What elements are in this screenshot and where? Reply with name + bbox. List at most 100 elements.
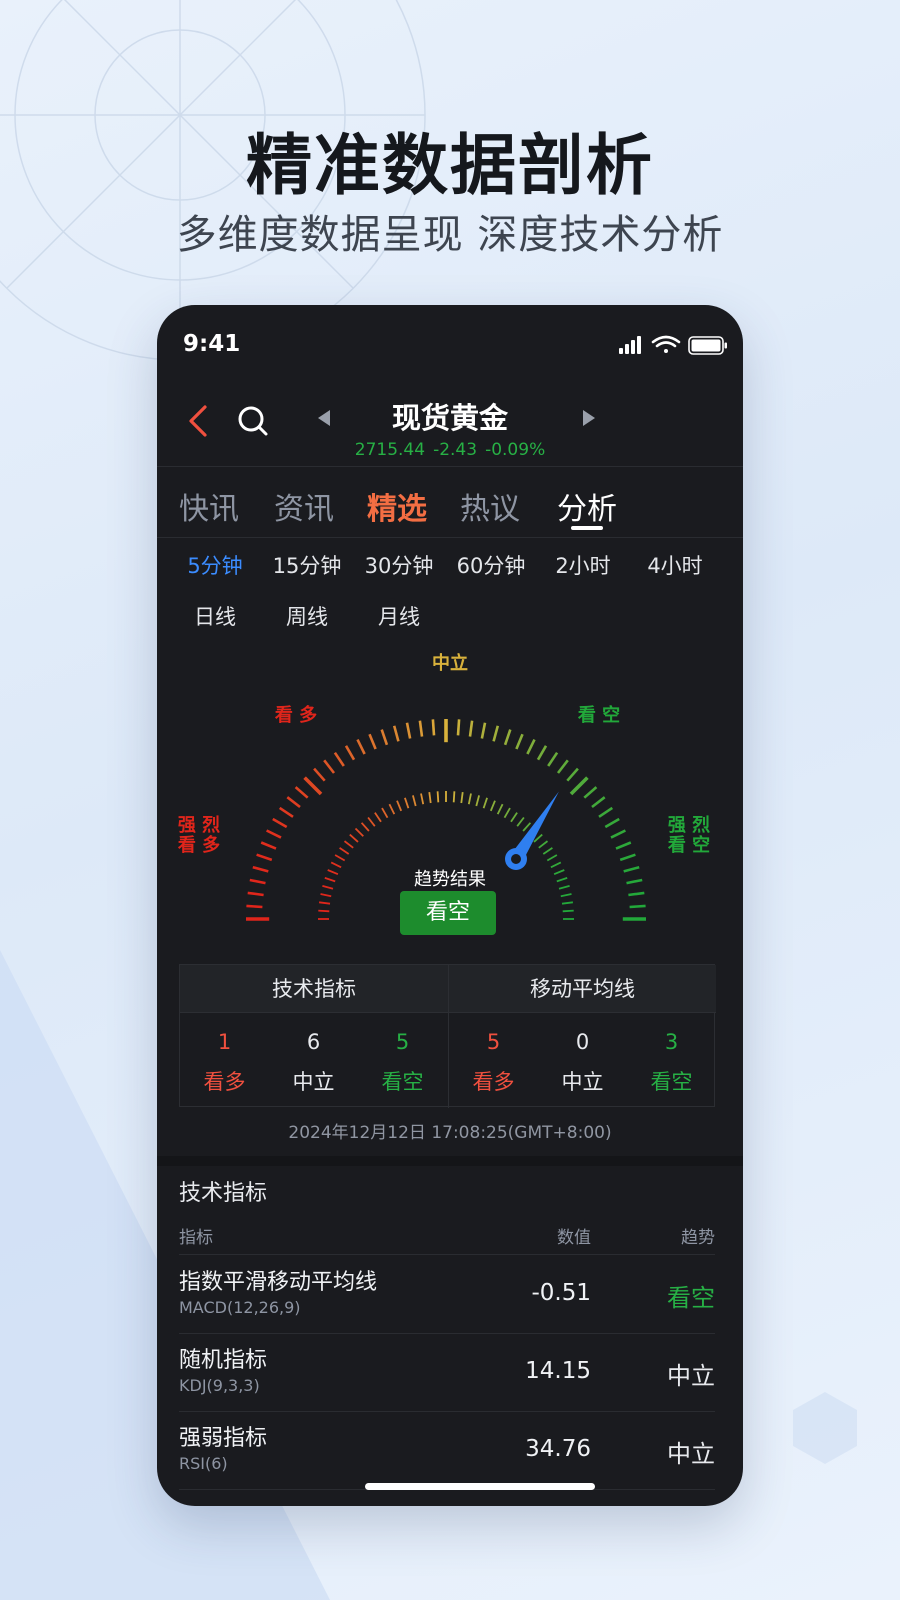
quote-header: 现货黄金 2715.44 -2.43 -0.09% — [157, 383, 743, 467]
gauge-tick — [431, 719, 436, 736]
gauge-tick — [619, 853, 636, 862]
gauge-tick — [339, 847, 350, 855]
period-2h[interactable]: 2小时 — [538, 550, 628, 580]
summary-label: 中立 — [292, 1070, 335, 1094]
tab-kuaixun[interactable]: 快讯 — [179, 484, 239, 528]
gauge-tick — [510, 812, 518, 823]
indicator-param: RSI(6) — [179, 1454, 228, 1473]
period-5min[interactable]: 5分钟 — [170, 550, 260, 580]
period-monthly[interactable]: 月线 — [354, 601, 444, 631]
gauge-tick — [604, 817, 620, 829]
quote-line: 2715.44 -2.43 -0.09% — [157, 440, 743, 460]
gauge-tick — [318, 909, 330, 913]
gauge-tick — [542, 847, 553, 855]
quote-change-pct: -0.09% — [485, 440, 546, 460]
gauge-tick — [360, 822, 370, 832]
gauge-tick — [546, 854, 558, 862]
gauge-tick — [610, 829, 626, 839]
gauge-tick — [598, 806, 614, 818]
summary-count: 5 — [395, 1030, 410, 1054]
summary-ma-title: 移动平均线 — [449, 965, 716, 1013]
gauge-tick — [591, 796, 606, 809]
gauge-tick — [260, 841, 277, 850]
indicators-header: 指标 数值 趋势 — [179, 1219, 715, 1255]
quote-change: -2.43 — [433, 440, 478, 460]
gauge-tick — [467, 793, 472, 805]
indicator-value: 14.15 — [525, 1358, 591, 1384]
period-weekly[interactable]: 周线 — [262, 601, 352, 631]
status-icons — [619, 335, 727, 355]
gauge-tick — [343, 840, 354, 849]
summary-label: 看多 — [203, 1070, 246, 1094]
period-15min[interactable]: 15分钟 — [262, 550, 352, 580]
indicator-row-kdj[interactable]: 随机指标 KDJ(9,3,3) 14.15 中立 — [179, 1334, 715, 1412]
summary-ma-sell: 3 看空 — [627, 1025, 716, 1099]
indicator-row-rsi[interactable]: 强弱指标 RSI(6) 34.76 中立 — [179, 1412, 715, 1490]
gauge-tick — [367, 816, 376, 827]
summary-count: 5 — [486, 1030, 501, 1054]
gauge-tick — [313, 767, 326, 782]
summary-label: 看多 — [472, 1070, 515, 1094]
indicator-row-macd[interactable]: 指数平滑移动平均线 MACD(12,26,9) -0.51 看空 — [179, 1256, 715, 1334]
summary-label: 看空 — [381, 1070, 424, 1094]
gauge-tick — [374, 812, 382, 823]
gauge-label-neutral: 中立 — [432, 653, 468, 674]
gauge-tick — [396, 800, 403, 812]
gauge-tick — [436, 791, 440, 803]
summary-tech-buy: 1 看多 — [180, 1025, 269, 1099]
gauge-tick — [246, 904, 263, 909]
gauge-tick — [428, 791, 432, 804]
gauge-tick — [392, 725, 400, 742]
period-4h[interactable]: 4小时 — [630, 550, 720, 580]
trend-result-title: 趋势结果 — [414, 869, 486, 890]
home-indicator[interactable] — [365, 1483, 595, 1490]
summary-count: 0 — [575, 1030, 590, 1054]
tab-fenxi[interactable]: 分析 — [557, 484, 617, 528]
gauge-tick — [515, 733, 524, 750]
cellular-signal-icon — [619, 336, 641, 354]
summary-table: 技术指标 1 看多 6 中立 5 看空 移动平均线 5 看多 0 中立 3 看空 — [179, 964, 716, 1108]
gauge-tick — [380, 729, 389, 746]
gauge-label-strong-sell: 强 烈 看 空 — [659, 816, 719, 856]
period-60min[interactable]: 60分钟 — [446, 550, 536, 580]
gauge-tick — [294, 786, 309, 799]
gauge-tick — [566, 767, 579, 782]
gauge-tick — [468, 720, 474, 737]
indicator-value: -0.51 — [531, 1280, 591, 1306]
indicator-trend: 中立 — [667, 1362, 715, 1390]
gauge-tick — [569, 776, 589, 796]
gauge-tick — [344, 745, 356, 761]
summary-ma-neutral: 0 中立 — [538, 1025, 627, 1099]
gauge-tick — [482, 797, 488, 809]
gauge-tick — [368, 733, 377, 750]
next-symbol-icon[interactable] — [577, 403, 601, 433]
gauge-tick — [628, 891, 645, 897]
tab-jingxuan[interactable]: 精选 — [367, 484, 427, 528]
indicator-name: 指数平滑移动平均线 — [179, 1270, 378, 1295]
period-selector: 5分钟 15分钟 30分钟 60分钟 2小时 4小时 日线 周线 月线 — [157, 539, 743, 649]
summary-tech-sell: 5 看空 — [358, 1025, 447, 1099]
period-daily[interactable]: 日线 — [170, 601, 260, 631]
gauge-tick — [349, 833, 359, 843]
indicators-title: 技术指标 — [179, 1181, 268, 1206]
gauge-tick — [503, 729, 512, 746]
summary-tech-neutral: 6 中立 — [269, 1025, 358, 1099]
gauge-tick — [405, 722, 412, 739]
tab-zixun[interactable]: 资讯 — [274, 484, 334, 528]
gauge-tick — [556, 759, 569, 774]
gauge-tick — [456, 719, 461, 736]
update-timestamp: 2024年12月12日 17:08:25(GMT+8:00) — [288, 1123, 612, 1143]
gauge-tick — [278, 806, 294, 818]
summary-ma-buy: 5 看多 — [449, 1025, 538, 1099]
indicator-param: MACD(12,26,9) — [179, 1298, 301, 1317]
gauge-tick — [247, 891, 264, 897]
summary-count: 6 — [306, 1030, 321, 1054]
wifi-icon — [651, 335, 681, 353]
indicator-param: KDJ(9,3,3) — [179, 1376, 260, 1395]
gauge-tick — [560, 893, 572, 898]
period-30min[interactable]: 30分钟 — [354, 550, 444, 580]
gauge-tick — [420, 793, 425, 805]
tab-reyi[interactable]: 热议 — [460, 484, 520, 528]
indicator-trend: 看空 — [667, 1284, 715, 1312]
gauge-tick — [562, 909, 574, 913]
